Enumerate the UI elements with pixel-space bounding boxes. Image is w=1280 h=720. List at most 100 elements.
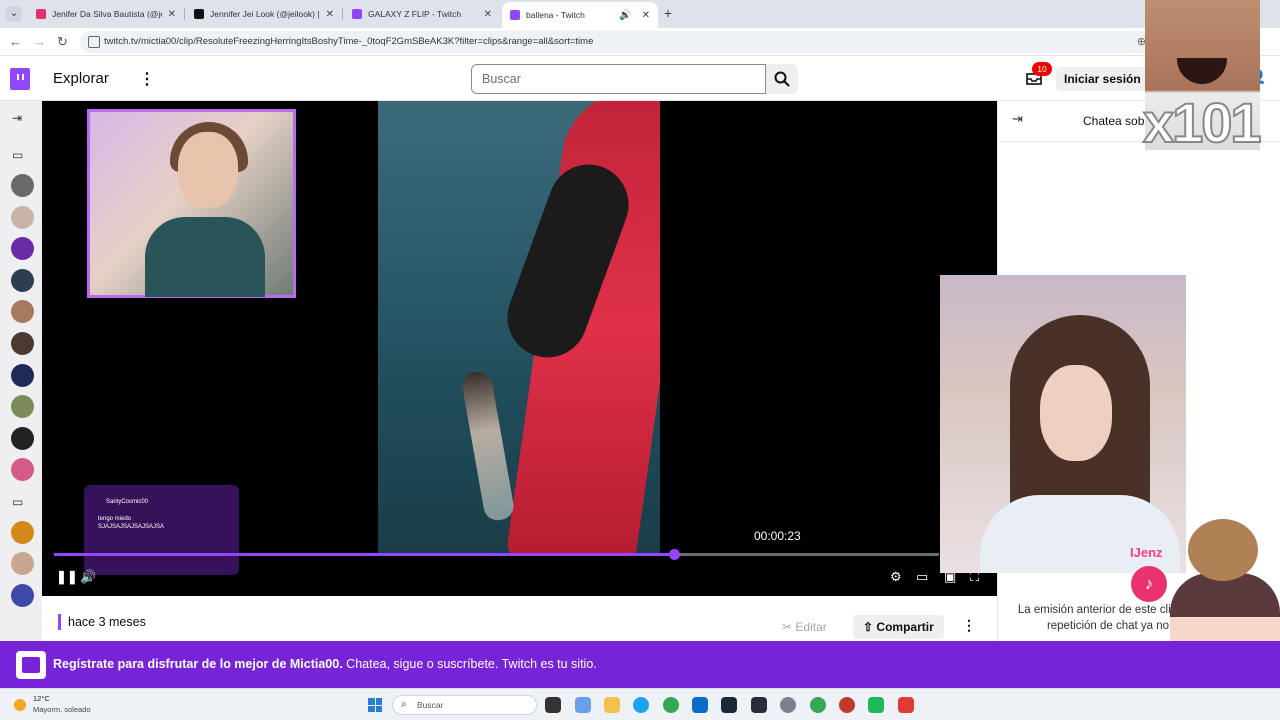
spotify-icon[interactable]: [868, 697, 884, 713]
meme-caption: x101: [1142, 90, 1263, 155]
tab-title: Jennifer Jei Look (@jeilook) | TikTok: [210, 9, 320, 19]
swimmer: [460, 369, 516, 523]
edge-icon[interactable]: [633, 697, 649, 713]
more-options-icon[interactable]: ⋮: [139, 69, 155, 89]
seek-bar[interactable]: [54, 549, 939, 560]
weather-description: Mayorm. soleado: [33, 705, 91, 714]
speaker-icon[interactable]: 🔊: [619, 10, 631, 21]
settings-icon[interactable]: ⚙: [890, 569, 902, 585]
signup-banner[interactable]: Regístrate para disfrutar de lo mejor de…: [0, 641, 1280, 688]
meme-mouth: [1177, 58, 1227, 84]
collapse-chat-icon[interactable]: ⇥: [1012, 111, 1023, 127]
webcam-face: [178, 132, 238, 208]
clip-video: [378, 101, 660, 556]
tab-instagram[interactable]: Jenifer Da Silva Bautista (@jenifer ✕: [28, 3, 184, 25]
channel-avatar[interactable]: [11, 584, 34, 607]
more-options-icon[interactable]: ⋮: [962, 617, 976, 634]
share-icon: ⇧: [863, 620, 874, 634]
webcam-face: [1040, 365, 1112, 461]
reload-icon[interactable]: ↻: [57, 34, 68, 50]
banner-text: Regístrate para disfrutar de lo mejor de…: [53, 657, 597, 671]
seek-bar-handle[interactable]: [668, 549, 680, 560]
chrome-icon[interactable]: [810, 697, 826, 713]
file-explorer-icon[interactable]: [604, 697, 620, 713]
chrome-icon[interactable]: [663, 697, 679, 713]
tab-title: GALAXY Z FLIP - Twitch: [368, 9, 462, 19]
screen: ⌄ Jenifer Da Silva Bautista (@jenifer ✕ …: [0, 0, 1280, 720]
notification-badge: 10: [1032, 62, 1052, 76]
channel-avatar[interactable]: [11, 332, 34, 355]
search-input[interactable]: [472, 65, 765, 93]
side-nav: ⇥ ▭ ▭: [0, 101, 42, 641]
close-icon[interactable]: ✕: [484, 9, 492, 20]
share-button[interactable]: ⇧ Compartir: [853, 615, 944, 639]
twitch-logo-icon[interactable]: [10, 68, 30, 90]
settings-icon[interactable]: [780, 697, 796, 713]
channel-avatar[interactable]: [11, 300, 34, 323]
tab-title: ballena - Twitch: [526, 10, 585, 20]
app-icon[interactable]: [898, 697, 914, 713]
tiktok-icon: [194, 9, 204, 19]
channel-avatar[interactable]: [11, 427, 34, 450]
forward-icon[interactable]: →: [33, 34, 46, 49]
channel-avatar[interactable]: [11, 552, 34, 575]
seek-bar-fill: [54, 553, 674, 556]
copilot-icon[interactable]: [575, 697, 591, 713]
twitch-icon: [352, 9, 362, 19]
tab-tiktok[interactable]: Jennifer Jei Look (@jeilook) | TikTok ✕: [186, 3, 342, 25]
edit-button[interactable]: ✂ Editar: [772, 615, 837, 639]
volume-icon[interactable]: 🔊: [80, 569, 96, 585]
scissors-icon: ✂: [782, 620, 793, 634]
url-field[interactable]: twitch.tv/mictia00/clip/ResoluteFreezing…: [80, 31, 1160, 53]
tab-separator: [184, 8, 185, 20]
site-info-icon[interactable]: [88, 36, 100, 48]
close-icon[interactable]: ✕: [168, 9, 176, 20]
terminal-icon[interactable]: [751, 697, 767, 713]
windows-taskbar: 12°C Mayorm. soleado ⌕ Buscar: [0, 688, 1280, 720]
channel-avatar[interactable]: [11, 269, 34, 292]
channel-logo-icon: [16, 651, 46, 679]
close-icon[interactable]: ✕: [642, 10, 650, 21]
new-tab-button[interactable]: +: [664, 5, 672, 21]
expand-nav-icon[interactable]: ⇥: [12, 111, 22, 125]
streamer-webcam: [87, 109, 296, 298]
pause-icon[interactable]: ❚❚: [56, 569, 78, 585]
share-label: Compartir: [876, 620, 934, 634]
store-icon[interactable]: [692, 697, 708, 713]
channel-avatar[interactable]: [11, 237, 34, 260]
channel-avatar[interactable]: [11, 458, 34, 481]
back-icon[interactable]: ←: [9, 34, 22, 49]
video-camera-icon: ▭: [12, 495, 24, 509]
search-icon: ⌕: [401, 699, 407, 710]
cast-icon[interactable]: ▭: [916, 569, 928, 585]
channel-avatar[interactable]: [11, 521, 34, 544]
edit-label: Editar: [795, 620, 827, 634]
video-camera-icon: ▭: [12, 148, 24, 162]
channel-avatar[interactable]: [11, 174, 34, 197]
channel-avatar[interactable]: [11, 364, 34, 387]
app-icon[interactable]: [839, 697, 855, 713]
search-button[interactable]: [766, 64, 798, 94]
tab-galaxy[interactable]: GALAXY Z FLIP - Twitch ✕: [344, 3, 500, 25]
tab-search-icon[interactable]: ⌄: [6, 6, 22, 22]
channel-avatar[interactable]: [11, 395, 34, 418]
banner-rest: Chatea, sigue o suscríbete. Twitch es tu…: [346, 657, 597, 671]
tab-ballena[interactable]: ballena - Twitch 🔊 ✕: [502, 2, 658, 28]
close-icon[interactable]: ✕: [326, 9, 334, 20]
channel-avatar[interactable]: [11, 206, 34, 229]
explore-link[interactable]: Explorar: [53, 70, 109, 87]
steam-icon[interactable]: [721, 697, 737, 713]
chat-overlay-line: SJAJSAJSAJSAJSAJSA: [98, 524, 165, 530]
webcam-shirt: [145, 217, 265, 297]
accent-bar: [58, 614, 61, 630]
sun-icon[interactable]: [14, 699, 26, 711]
task-view-icon[interactable]: [545, 697, 561, 713]
taskbar-search[interactable]: ⌕ Buscar: [392, 695, 537, 715]
reaction-webcam: [940, 275, 1186, 573]
stream-chat-overlay: SantyCosmic00 tengo miedo SJAJSAJSAJSAJS…: [84, 485, 239, 575]
login-button[interactable]: Iniciar sesión: [1056, 67, 1149, 91]
windows-start-icon[interactable]: [368, 698, 382, 712]
seek-time-tooltip: 00:00:23: [754, 529, 801, 543]
tiktok-icon: ♪: [1131, 566, 1167, 602]
video-player[interactable]: SantyCosmic00 tengo miedo SJAJSAJSAJSAJS…: [42, 101, 997, 596]
